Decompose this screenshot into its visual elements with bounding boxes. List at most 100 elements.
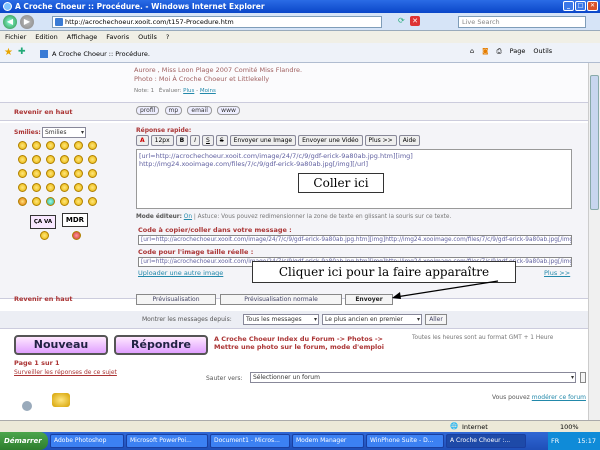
scroll-thumb[interactable] <box>590 75 599 210</box>
smiley-icon[interactable] <box>32 183 41 192</box>
page-menu[interactable]: Page <box>510 47 526 56</box>
zoom-level[interactable]: 100% <box>560 423 579 431</box>
smiley-icon[interactable] <box>46 197 55 206</box>
smiley-icon[interactable] <box>88 197 97 206</box>
add-favorite-icon[interactable]: ✚ <box>18 47 26 57</box>
rate-plus-link[interactable]: Plus <box>183 88 194 94</box>
code-copy-field[interactable]: [url=http://acrochechoeur.xooit.com/imag… <box>138 235 572 245</box>
smiley-icon[interactable] <box>46 169 55 178</box>
menu-fichier[interactable]: Fichier <box>5 33 26 41</box>
font-size-select[interactable]: 12px <box>150 135 174 146</box>
smiley-icon[interactable] <box>74 141 83 150</box>
preview-button[interactable]: Prévisualisation <box>136 294 216 305</box>
smiley-icon[interactable] <box>88 169 97 178</box>
www-button[interactable]: www <box>217 106 240 115</box>
back-button[interactable]: ◀ <box>3 14 17 29</box>
task-modem[interactable]: Modem Manager <box>292 434 364 448</box>
back-to-top-link-2[interactable]: Revenir en haut <box>14 295 72 303</box>
start-button[interactable]: Démarrer <box>0 432 48 450</box>
filter-go-button[interactable]: Aller <box>425 314 447 325</box>
smiley-icon[interactable] <box>18 155 27 164</box>
more-button[interactable]: Plus >> <box>364 135 397 146</box>
smiley-icon[interactable] <box>60 169 69 178</box>
smiley-icon[interactable] <box>60 197 69 206</box>
menu-help[interactable]: ? <box>166 33 169 41</box>
smiley-icon[interactable] <box>18 169 27 178</box>
email-button[interactable]: email <box>187 106 212 115</box>
menu-favoris[interactable]: Favoris <box>106 33 129 41</box>
smiley-icon[interactable] <box>74 155 83 164</box>
watch-topic-link[interactable]: Surveiller les réponses de ce sujet <box>14 369 117 376</box>
smiley-icon[interactable] <box>74 169 83 178</box>
filter-order-select[interactable]: Le plus ancien en premier <box>322 314 422 325</box>
underline-icon[interactable]: S <box>202 135 214 146</box>
vertical-scrollbar[interactable] <box>588 63 600 420</box>
smiley-icon[interactable] <box>74 183 83 192</box>
task-word[interactable]: Document1 - Micros... <box>210 434 290 448</box>
close-button[interactable]: ✕ <box>587 1 598 11</box>
smilies-select[interactable]: Smilies <box>42 127 86 138</box>
smiley-icon[interactable] <box>60 183 69 192</box>
smiley-icon[interactable] <box>32 169 41 178</box>
minimize-button[interactable]: _ <box>563 1 574 11</box>
upload-other-link[interactable]: Uploader une autre image <box>138 269 223 277</box>
favorites-star-icon[interactable]: ★ <box>4 47 13 58</box>
send-button[interactable]: Envoyer <box>345 294 393 305</box>
menu-affichage[interactable]: Affichage <box>67 33 98 41</box>
new-topic-button[interactable]: Nouveau <box>14 335 108 355</box>
send-video-button[interactable]: Envoyer une Vidéo <box>298 135 363 146</box>
stop-icon[interactable]: ✕ <box>410 16 420 26</box>
send-image-button[interactable]: Envoyer une Image <box>229 135 297 146</box>
back-to-top-link[interactable]: Revenir en haut <box>14 108 72 116</box>
breadcrumb-line2[interactable]: Mettre une photo sur le forum, mode d'em… <box>214 343 384 351</box>
italic-icon[interactable]: I <box>190 135 201 146</box>
smiley-icon[interactable] <box>60 155 69 164</box>
smiley-icon[interactable] <box>18 183 27 192</box>
smiley-icon[interactable] <box>40 231 49 240</box>
reply-button[interactable]: Répondre <box>114 335 208 355</box>
jump-go-button[interactable] <box>580 372 586 383</box>
smiley-icon[interactable] <box>18 141 27 150</box>
smiley-icon[interactable] <box>72 231 81 240</box>
smiley-icon[interactable] <box>88 183 97 192</box>
mdr-smiley-icon[interactable]: MDR <box>62 213 88 227</box>
smiley-icon[interactable] <box>32 141 41 150</box>
task-photoshop[interactable]: Adobe Photoshop <box>50 434 124 448</box>
smiley-icon[interactable] <box>32 155 41 164</box>
moderate-link[interactable]: modérer ce forum <box>532 394 586 401</box>
smiley-icon[interactable] <box>74 197 83 206</box>
jump-forum-select[interactable]: Sélectionner un forum <box>250 372 576 383</box>
pm-button[interactable]: mp <box>164 106 183 115</box>
task-powerpoint[interactable]: Microsoft PowerPoi... <box>126 434 208 448</box>
strike-icon[interactable]: S <box>215 135 228 146</box>
bold-icon[interactable]: B <box>175 135 189 146</box>
smiley-icon[interactable] <box>60 141 69 150</box>
smiley-icon[interactable] <box>18 197 27 206</box>
breadcrumb-line1[interactable]: A Croche Choeur Index du Forum -> Photos… <box>214 335 384 343</box>
smiley-icon[interactable] <box>46 155 55 164</box>
help-button[interactable]: Aide <box>398 135 420 146</box>
filter-period-select[interactable]: Tous les messages <box>243 314 319 325</box>
lang-indicator[interactable]: FR <box>551 432 559 450</box>
maximize-button[interactable]: □ <box>575 1 586 11</box>
feeds-icon[interactable]: ◙ <box>482 47 488 56</box>
smiley-icon[interactable] <box>88 155 97 164</box>
more-link[interactable]: Plus >> <box>544 269 570 277</box>
refresh-icon[interactable]: ⟳ <box>398 16 405 25</box>
search-input[interactable]: Live Search <box>458 16 586 28</box>
smiley-icon[interactable] <box>46 141 55 150</box>
smiley-icon[interactable] <box>32 197 41 206</box>
tools-menu[interactable]: Outils <box>533 47 552 56</box>
preview-normal-button[interactable]: Prévisualisation normale <box>220 294 342 305</box>
task-winphone[interactable]: WinPhone Suite - D... <box>366 434 444 448</box>
task-ie[interactable]: A Croche Choeur :... <box>446 434 526 448</box>
url-input[interactable]: http://acrochechoeur.xooit.com/t157-Proc… <box>52 16 382 28</box>
home-icon[interactable]: ⌂ <box>470 47 474 56</box>
text-color-icon[interactable]: A <box>136 135 149 146</box>
menu-outils[interactable]: Outils <box>138 33 157 41</box>
print-icon[interactable]: ⎙ <box>496 47 501 56</box>
profile-button[interactable]: profil <box>136 106 160 115</box>
menu-edition[interactable]: Edition <box>35 33 58 41</box>
smiley-icon[interactable] <box>88 141 97 150</box>
tab-active[interactable]: A Croche Choeur :: Procédure. <box>40 47 150 61</box>
